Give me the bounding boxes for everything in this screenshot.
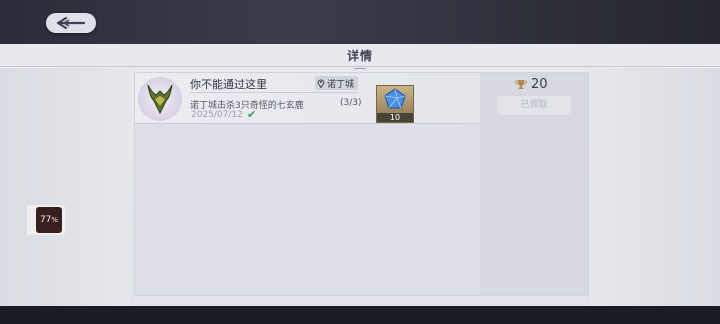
right-decoration [590, 68, 720, 306]
row-divider [190, 92, 358, 93]
task-badge [138, 77, 182, 121]
progress-unit: % [51, 216, 59, 224]
task-list: 你不能通过这里 诺丁城 诺丁城击杀3只奇怪的七玄鹿 (3/3) 2025/07/… [134, 72, 589, 296]
location-tag: 诺丁城 [315, 76, 359, 90]
blue-crystal-icon [384, 88, 406, 109]
progress-value: 77 [39, 215, 52, 225]
task-date: 2025/07/12 [191, 110, 243, 120]
top-bar [0, 0, 720, 44]
trophy-icon [515, 80, 527, 89]
header-divider-mark [354, 64, 366, 69]
location-label: 诺丁城 [327, 79, 355, 90]
points-value: 20 [531, 77, 548, 92]
reward-item[interactable]: 10 [376, 85, 414, 123]
progress-readout: 77% [36, 207, 62, 233]
checkmark-icon: ✔ [247, 108, 257, 121]
map-pin-icon [317, 79, 325, 88]
reward-points: 20 [515, 77, 548, 92]
left-decoration [0, 68, 130, 306]
detail-panel: 详情 你不能通过这里 诺丁城 诺丁城击杀3只奇怪的七玄鹿 (3/3) 2025/… [0, 44, 720, 306]
back-button[interactable] [46, 13, 96, 33]
bottom-bar [0, 306, 720, 324]
horned-emblem-icon [147, 84, 173, 115]
progress-widget[interactable]: 77% [27, 205, 65, 235]
claimed-button[interactable]: 已领取 [497, 96, 571, 115]
item-count: 10 [377, 113, 413, 122]
back-arrow-icon [56, 17, 86, 29]
panel-title: 详情 [346, 48, 373, 63]
task-progress: (3/3) [340, 98, 362, 108]
task-name: 你不能通过这里 [190, 78, 267, 91]
task-row[interactable]: 你不能通过这里 诺丁城 诺丁城击杀3只奇怪的七玄鹿 (3/3) 2025/07/… [135, 73, 480, 124]
